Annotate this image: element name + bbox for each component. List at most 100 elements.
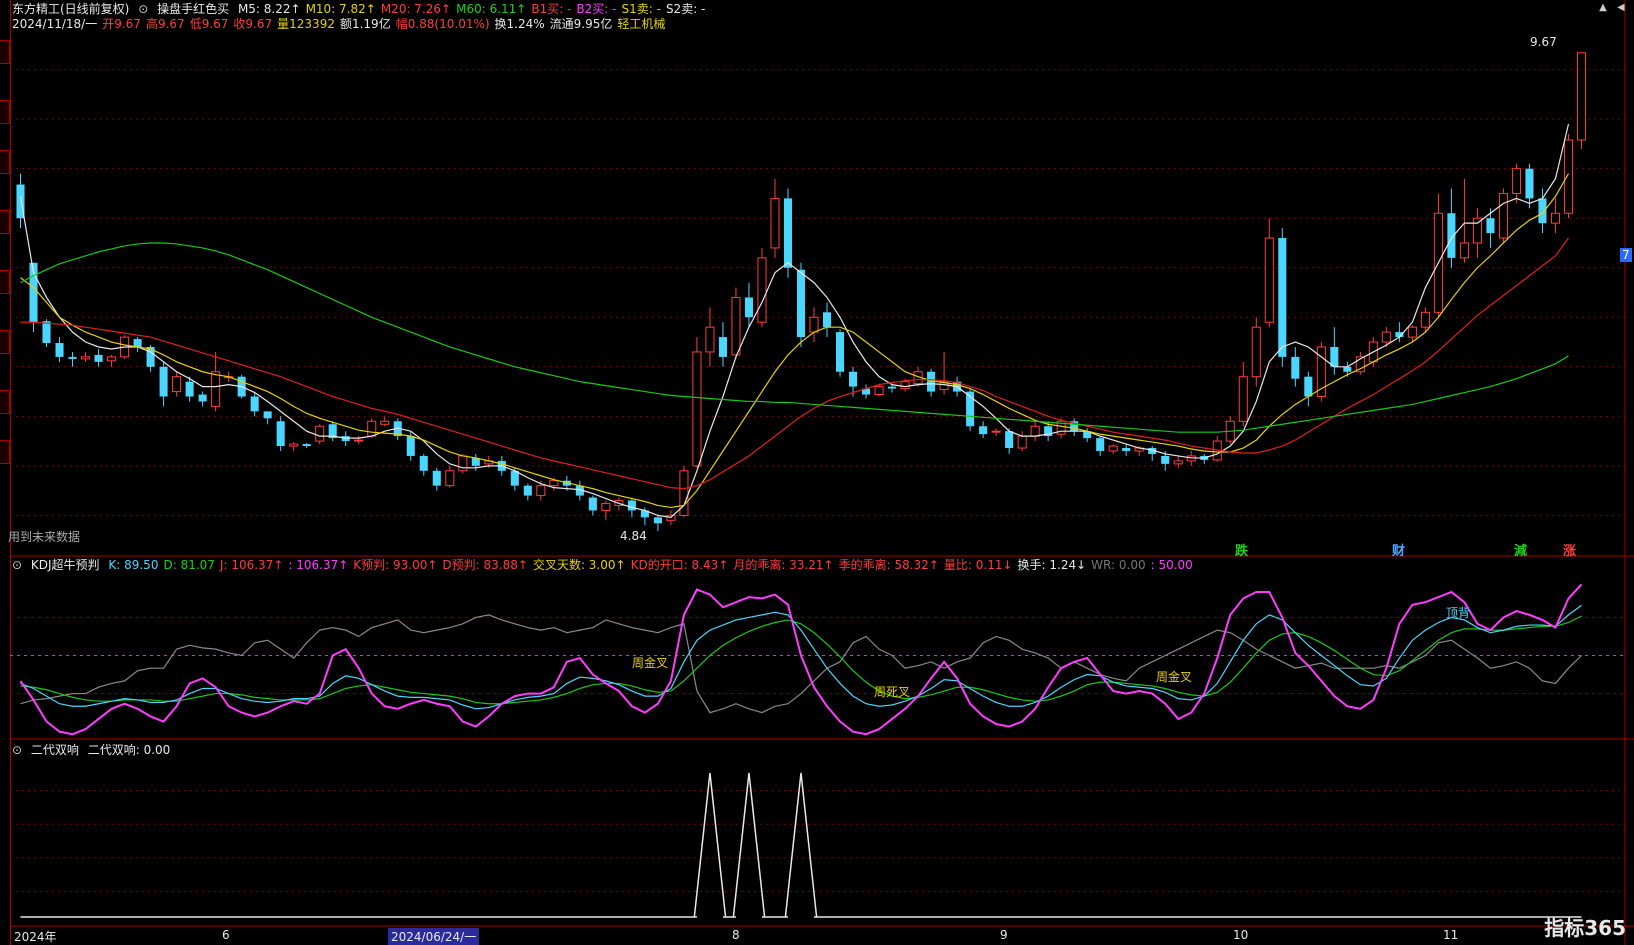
candle-body	[68, 356, 77, 359]
high-price-label: 9.67	[1530, 35, 1557, 49]
candle-body	[1498, 192, 1508, 239]
candle-body	[1576, 52, 1587, 141]
candle-body	[1343, 366, 1352, 372]
candle-body	[198, 394, 207, 402]
ma-line-m5	[19, 123, 1570, 518]
candle-body	[1407, 326, 1417, 338]
candle-body	[107, 356, 117, 362]
sound-title[interactable]: 二代双响	[31, 743, 79, 757]
candle-body	[991, 430, 1001, 433]
candle-body	[1459, 242, 1469, 259]
candle-body	[900, 381, 910, 390]
candle-body	[757, 257, 767, 323]
kdj-value: WR: 0.00	[1091, 558, 1146, 572]
candle-body	[770, 197, 780, 249]
event-mark[interactable]: 減	[1514, 540, 1527, 559]
candle-body	[835, 332, 845, 372]
right-axis-marker: 7	[1620, 248, 1632, 262]
candle-body	[718, 337, 727, 357]
candle-body	[302, 444, 311, 447]
x-axis-label: 8	[732, 928, 740, 942]
candle-body	[874, 386, 884, 396]
candle-body	[250, 396, 259, 412]
future-data-note: 用到未来数据	[8, 530, 81, 544]
candle-body	[627, 500, 636, 511]
indicator-icon[interactable]: ⊙	[12, 743, 22, 757]
candle-body	[1291, 356, 1300, 379]
kdj-value: 量比: 0.11↓	[943, 558, 1013, 572]
ma-line-m10	[20, 173, 1570, 509]
candle-body	[588, 497, 597, 511]
candle-body	[1563, 139, 1574, 214]
kdj-value: KD的开口: 8.43↑	[630, 558, 729, 572]
kdj-signal-label: 周金叉	[632, 656, 669, 670]
candle-body	[1161, 455, 1170, 464]
kdj-value: 交叉天数: 3.00↑	[532, 558, 626, 572]
candle-body	[1030, 425, 1040, 437]
candle-body	[185, 381, 194, 397]
candle-body	[1550, 212, 1561, 224]
candle-body	[263, 411, 272, 419]
candle-body	[81, 356, 91, 360]
candle-body	[172, 376, 182, 393]
candle-body	[1278, 238, 1287, 357]
low-price-label: 4.84	[620, 529, 647, 543]
chart-canvas[interactable]	[0, 0, 1634, 945]
candle-body	[445, 470, 455, 487]
x-axis-label: 10	[1233, 928, 1249, 942]
candle-body	[133, 339, 142, 347]
candle-body	[536, 485, 546, 497]
candle-body	[510, 470, 519, 486]
kdj-signal-label: 周死叉	[874, 685, 911, 699]
sound-line	[20, 772, 1582, 918]
candle-body	[367, 420, 377, 437]
sound-value: 二代双响: 0.00	[87, 743, 171, 757]
candle-body	[1330, 346, 1339, 367]
candle-body	[289, 443, 299, 447]
candle-body	[601, 502, 611, 511]
kdj-title[interactable]: KDJ超牛预判	[31, 558, 100, 572]
candle-body	[1381, 331, 1391, 343]
x-axis-label: 11	[1443, 928, 1459, 942]
candle-body	[315, 425, 325, 442]
candle-body	[1538, 198, 1547, 224]
candle-body	[822, 312, 832, 328]
candle-body	[1486, 218, 1495, 234]
candle-body	[849, 371, 858, 387]
candle-body	[42, 321, 51, 344]
kdj-value: 换手: 1.24↓	[1017, 558, 1087, 572]
candle-body	[1511, 168, 1521, 194]
candle-body	[354, 439, 364, 442]
kdj-value: J: 106.37↑	[219, 558, 284, 572]
kdj-value: : 106.37↑	[288, 558, 349, 572]
x-axis-label: 2024年	[14, 930, 57, 944]
candle-body	[1251, 326, 1261, 378]
candle-body	[783, 198, 793, 268]
x-axis-label: 6	[222, 928, 230, 942]
candle-body	[809, 316, 819, 333]
kdj-value: 季的乖离: 58.32↑	[838, 558, 939, 572]
event-mark[interactable]: 涨	[1563, 540, 1576, 559]
indicator-icon[interactable]: ⊙	[12, 558, 22, 572]
candle-body	[705, 326, 715, 353]
candle-body	[1005, 431, 1014, 449]
event-mark[interactable]: 财	[1392, 540, 1405, 559]
kdj-signal-label: 周金叉	[1156, 670, 1193, 684]
candle-body	[1304, 376, 1313, 397]
candle-body	[1122, 448, 1131, 451]
candle-body	[458, 455, 468, 472]
candle-body	[731, 296, 741, 356]
x-axis-label: 2024/06/24/一	[388, 928, 480, 945]
candle-body	[406, 436, 415, 456]
candle-body	[159, 366, 168, 397]
candle-body	[888, 386, 897, 389]
candle-body	[1525, 168, 1534, 199]
candle-body	[979, 426, 988, 435]
event-mark[interactable]: 跌	[1235, 540, 1248, 559]
candle-body	[653, 517, 662, 524]
kdj-value: K预判: 93.00↑	[353, 558, 438, 572]
candle-body	[1017, 435, 1027, 449]
candle-body	[744, 297, 753, 318]
candle-body	[419, 455, 428, 471]
candle-body	[380, 420, 390, 425]
